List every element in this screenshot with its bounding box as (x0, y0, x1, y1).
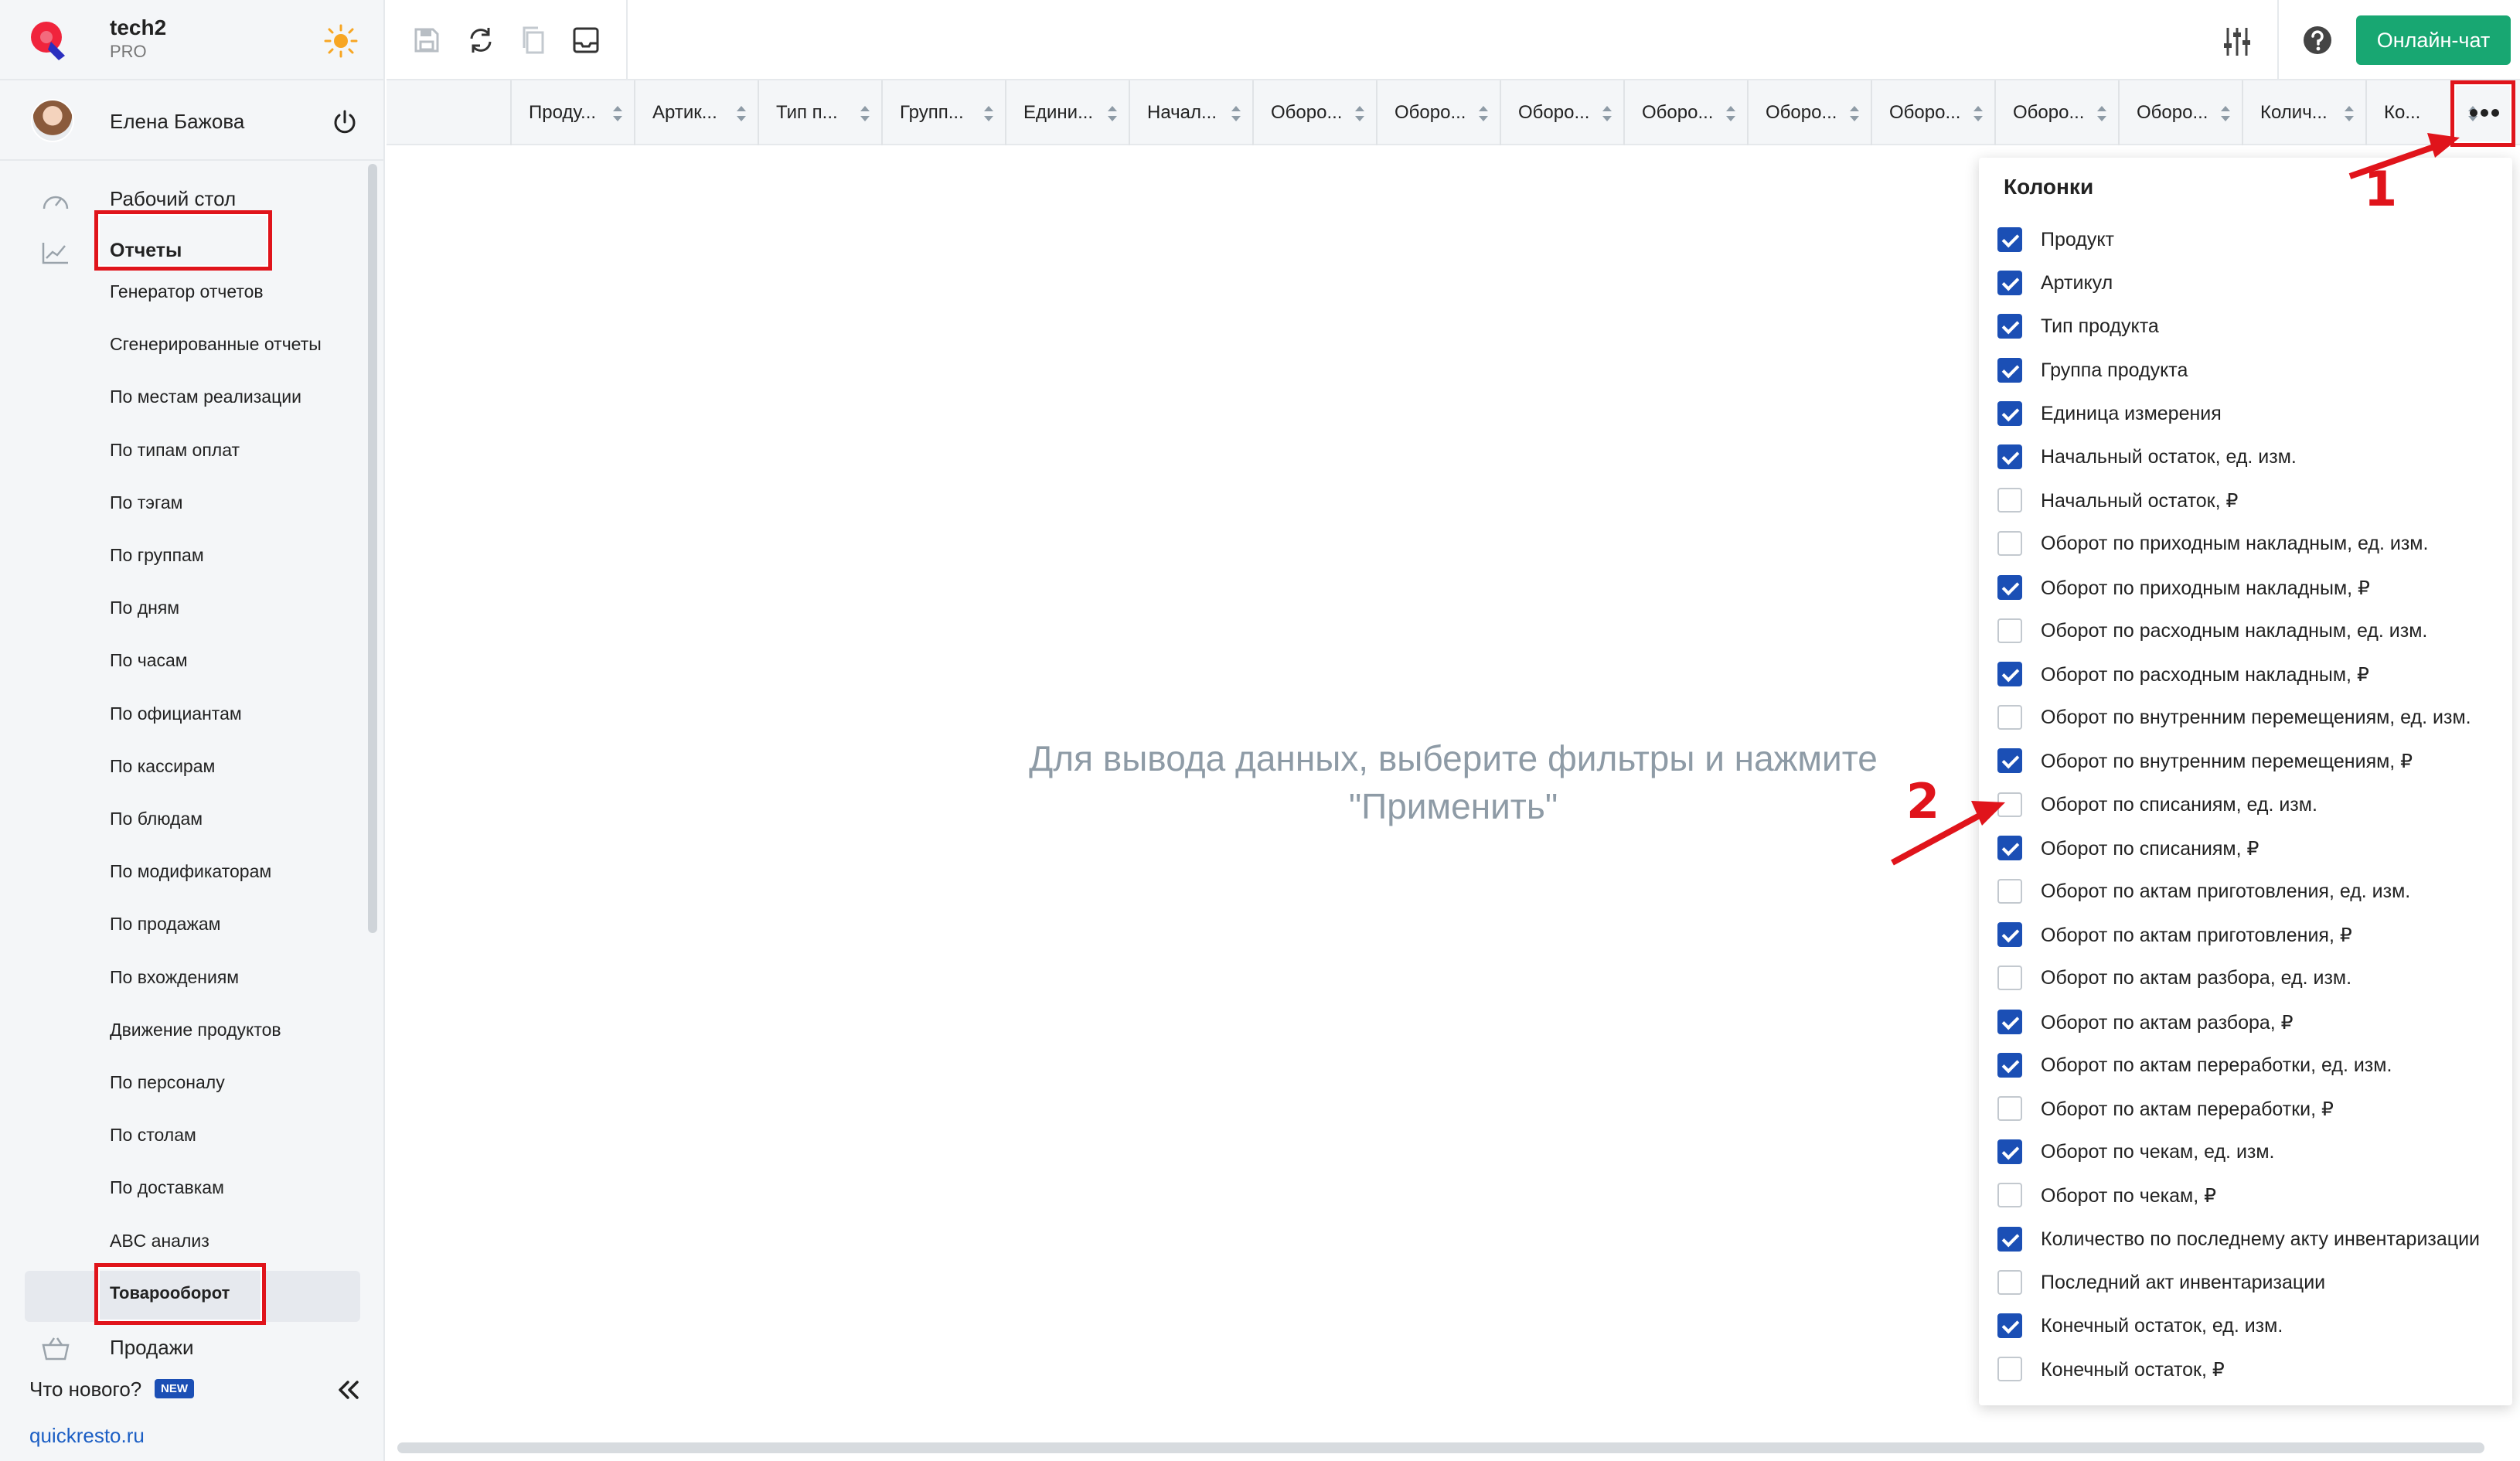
annotation-step-2: 2 (1906, 773, 1940, 829)
annotation-arrow-1 (1891, 133, 2460, 866)
annotation-step-1: 1 (2364, 161, 2398, 217)
